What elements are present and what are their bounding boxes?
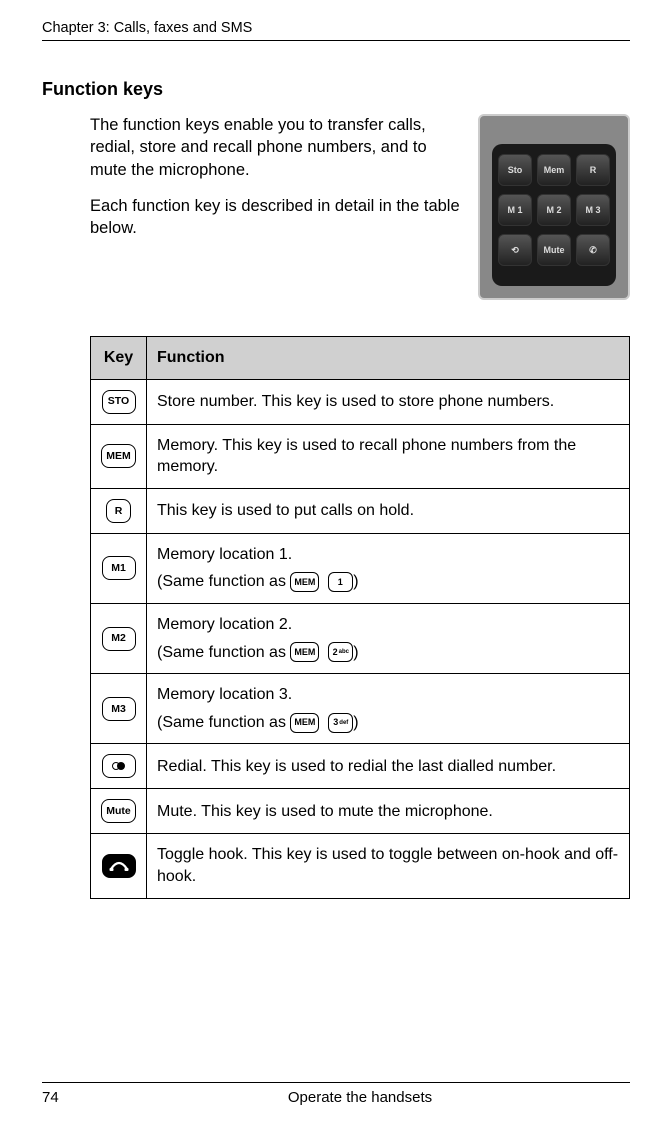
same-as-prefix: (Same function as [157, 714, 290, 731]
function-key-table: Key Function STO Store number. This key … [90, 336, 630, 899]
sto-key-icon: STO [102, 390, 136, 414]
handset-key-r: R [576, 154, 610, 186]
digit-3-key-icon: 3def [328, 713, 353, 733]
intro-paragraph-2: Each function key is described in detail… [90, 195, 460, 240]
table-cell-desc: Store number. This key is used to store … [147, 379, 630, 424]
handset-key-m3: M 3 [576, 194, 610, 226]
mute-key-icon: Mute [101, 799, 136, 823]
handset-key-sto: Sto [498, 154, 532, 186]
mem-key-icon-inline: MEM [290, 572, 319, 592]
hook-key-icon [102, 854, 136, 878]
table-row: Toggle hook. This key is used to toggle … [91, 834, 630, 898]
table-cell-desc: Memory. This key is used to recall phone… [147, 424, 630, 488]
table-cell-desc: Memory location 2. (Same function as MEM… [147, 603, 630, 673]
chapter-header: Chapter 3: Calls, faxes and SMS [42, 20, 630, 41]
table-cell-desc: Redial. This key is used to redial the l… [147, 744, 630, 789]
table-row: M1 Memory location 1. (Same function as … [91, 533, 630, 603]
table-row: STO Store number. This key is used to st… [91, 379, 630, 424]
m1-desc-line1: Memory location 1. [157, 544, 619, 566]
r-key-icon: R [106, 499, 131, 523]
table-cell-desc: Memory location 1. (Same function as MEM… [147, 533, 630, 603]
page-footer: 74 Operate the handsets [42, 1082, 630, 1106]
table-row: M3 Memory location 3. (Same function as … [91, 674, 630, 744]
same-as-suffix: ) [353, 644, 358, 661]
mem-key-icon: MEM [101, 444, 136, 468]
m1-key-icon: M1 [102, 556, 136, 580]
same-as-suffix: ) [353, 714, 358, 731]
m2-desc-line1: Memory location 2. [157, 614, 619, 636]
handset-key-hook: ✆ [576, 234, 610, 266]
section-heading-function-keys: Function keys [42, 79, 630, 100]
table-row: M2 Memory location 2. (Same function as … [91, 603, 630, 673]
table-cell-desc: Mute. This key is used to mute the micro… [147, 789, 630, 834]
handset-key-mute: Mute [537, 234, 571, 266]
digit-2-key-icon: 2abc [328, 642, 353, 662]
table-head-function: Function [147, 337, 630, 380]
table-row: R This key is used to put calls on hold. [91, 488, 630, 533]
handset-key-m1: M 1 [498, 194, 532, 226]
same-as-suffix: ) [353, 573, 358, 590]
table-head-key: Key [91, 337, 147, 380]
same-as-prefix: (Same function as [157, 573, 290, 590]
m2-key-icon: M2 [102, 627, 136, 651]
mem-key-icon-inline: MEM [290, 713, 319, 733]
same-as-prefix: (Same function as [157, 644, 290, 661]
handset-key-redial: ⟲ [498, 234, 532, 266]
table-cell-desc: Memory location 3. (Same function as MEM… [147, 674, 630, 744]
mem-key-icon-inline: MEM [290, 642, 319, 662]
table-row: MEM Memory. This key is used to recall p… [91, 424, 630, 488]
table-cell-desc: Toggle hook. This key is used to toggle … [147, 834, 630, 898]
redial-key-icon [102, 754, 136, 778]
table-row: Mute Mute. This key is used to mute the … [91, 789, 630, 834]
digit-1-key-icon: 1 [328, 572, 353, 592]
m3-desc-line1: Memory location 3. [157, 684, 619, 706]
table-row: Redial. This key is used to redial the l… [91, 744, 630, 789]
m3-key-icon: M3 [102, 697, 136, 721]
table-cell-desc: This key is used to put calls on hold. [147, 488, 630, 533]
handset-photo: Sto Mem R M 1 M 2 M 3 ⟲ Mute ✆ [478, 114, 630, 300]
handset-key-mem: Mem [537, 154, 571, 186]
handset-key-m2: M 2 [537, 194, 571, 226]
intro-paragraph-1: The function keys enable you to transfer… [90, 114, 460, 181]
page-number: 74 [42, 1089, 90, 1106]
footer-title: Operate the handsets [90, 1089, 630, 1106]
